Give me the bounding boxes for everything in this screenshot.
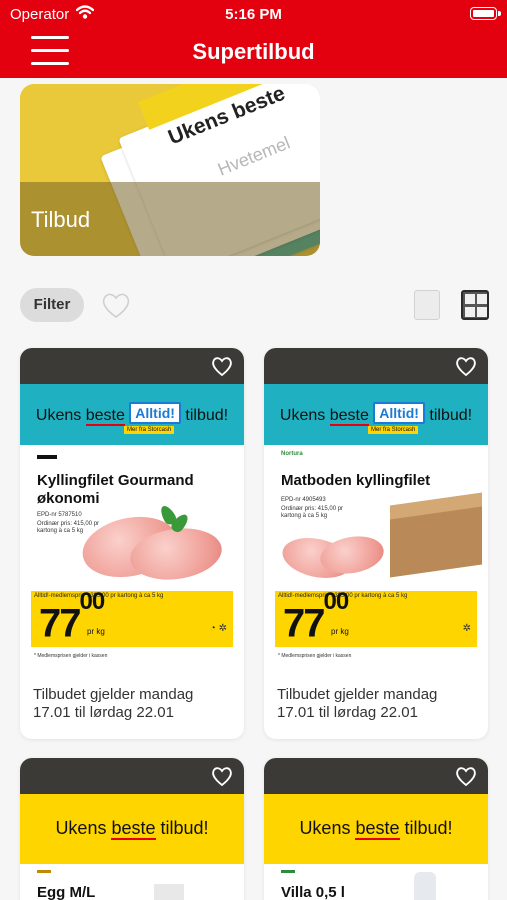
banner-prefix: Ukens [279, 407, 330, 424]
storage-icons: ◔ ✲ [209, 623, 227, 634]
battery-icon [470, 7, 501, 20]
card-header [264, 348, 488, 384]
banner-underlined: beste [329, 407, 369, 426]
product-epd: EPD-nr 4905493 [281, 497, 326, 503]
price-strip: Alltid!-medlemspris*: 385,00 pr kartong … [31, 588, 233, 647]
banner-suffix: tilbud! [180, 407, 229, 424]
ordinary-price: Ordinær pris: 415,00 pr kartong à ca 5 k… [281, 506, 344, 519]
price-cents: 00 [323, 588, 350, 615]
page-title: Supertilbud [192, 39, 315, 64]
alltid-badge: Alltid! [129, 402, 181, 424]
banner-suffix: tilbud! [424, 407, 473, 424]
price-cents: 00 [79, 588, 106, 615]
card-header [264, 758, 488, 794]
offer-card[interactable]: Ukens beste tilbud! Egg M/L [20, 758, 244, 900]
campaign-banner: Ukens beste Alltid! tilbud! Mer fra Stor… [264, 384, 488, 445]
product-name: Kyllingfilet Gourmand økonomi [37, 472, 194, 507]
campaign-banner: Ukens beste tilbud! [264, 794, 488, 864]
storage-icons: ✲ [462, 623, 471, 634]
campaign-banner: Ukens beste tilbud! [20, 794, 244, 864]
banner-prefix: Ukens [299, 818, 356, 838]
app-header: Operator 5:16 PM Supertilbud [0, 0, 507, 78]
offers-banner[interactable]: Ukens beste Hvetemel Tilbud [20, 84, 320, 256]
heart-icon[interactable] [454, 764, 478, 788]
heart-icon[interactable] [454, 354, 478, 378]
single-view-icon[interactable] [414, 290, 440, 320]
price-strip: Alltid!-medlemspris*: 385,00 pr kartong … [275, 588, 477, 647]
clock: 5:16 PM [225, 6, 282, 23]
price-unit: pr kg [331, 627, 349, 636]
offer-card[interactable]: Ukens beste Alltid! tilbud! Mer fra Stor… [264, 348, 488, 739]
banner-tagline: Mer fra Storcash [124, 426, 175, 434]
price: 7700 [39, 588, 105, 646]
banner-suffix: tilbud! [155, 818, 209, 838]
banner-suffix: tilbud! [399, 818, 453, 838]
banner-underlined: beste [111, 818, 156, 840]
grid-view-icon[interactable] [461, 290, 489, 320]
product-image [414, 872, 436, 900]
price: 7700 [283, 588, 349, 646]
product-flyer: Nortura Matboden kyllingfilet EPD-nr 490… [264, 445, 488, 670]
product-flyer: Villa 0,5 l [264, 864, 488, 900]
fine-print: * Medlemsprisen gjelder i kassen [34, 653, 108, 659]
card-header [20, 758, 244, 794]
product-name: Egg M/L [37, 884, 96, 900]
filter-button[interactable]: Filter [20, 288, 84, 322]
product-epd: EPD-nr 5787510 [37, 512, 82, 518]
brand-logo [37, 455, 57, 459]
product-flyer: Egg M/L [20, 864, 244, 900]
banner-prefix: Ukens [55, 818, 112, 838]
offer-validity: Tilbudet gjelder mandag 17.01 til lørdag… [33, 686, 194, 721]
brand-logo: Nortura [281, 451, 303, 457]
heart-icon[interactable] [210, 764, 234, 788]
heart-icon[interactable] [210, 354, 234, 378]
product-flyer: Kyllingfilet Gourmand økonomi EPD-nr 578… [20, 445, 244, 670]
card-header [20, 348, 244, 384]
offer-card[interactable]: Ukens beste tilbud! Villa 0,5 l [264, 758, 488, 900]
banner-underlined: beste [355, 818, 400, 840]
offer-card[interactable]: Ukens beste Alltid! tilbud! Mer fra Stor… [20, 348, 244, 739]
campaign-banner: Ukens beste Alltid! tilbud! Mer fra Stor… [20, 384, 244, 445]
product-name: Matboden kyllingfilet [281, 472, 431, 489]
banner-prefix: Ukens [35, 407, 86, 424]
product-image [154, 884, 184, 900]
product-name: Villa 0,5 l [281, 884, 345, 900]
alltid-badge: Alltid! [373, 402, 425, 424]
banner-tagline: Mer fra Storcash [368, 426, 419, 434]
status-bar: Operator 5:16 PM [0, 0, 507, 28]
price-main: 77 [39, 601, 81, 646]
banner-underlined: beste [85, 407, 125, 426]
price-main: 77 [283, 601, 325, 646]
brand-logo [37, 870, 51, 873]
price-unit: pr kg [87, 627, 105, 636]
favorites-filter-heart-icon[interactable] [99, 288, 133, 322]
fine-print: * Medlemsprisen gjelder i kassen [278, 653, 352, 659]
banner-label: Tilbud [31, 207, 91, 232]
offer-validity: Tilbudet gjelder mandag 17.01 til lørdag… [277, 686, 438, 721]
brand-logo [281, 870, 295, 873]
